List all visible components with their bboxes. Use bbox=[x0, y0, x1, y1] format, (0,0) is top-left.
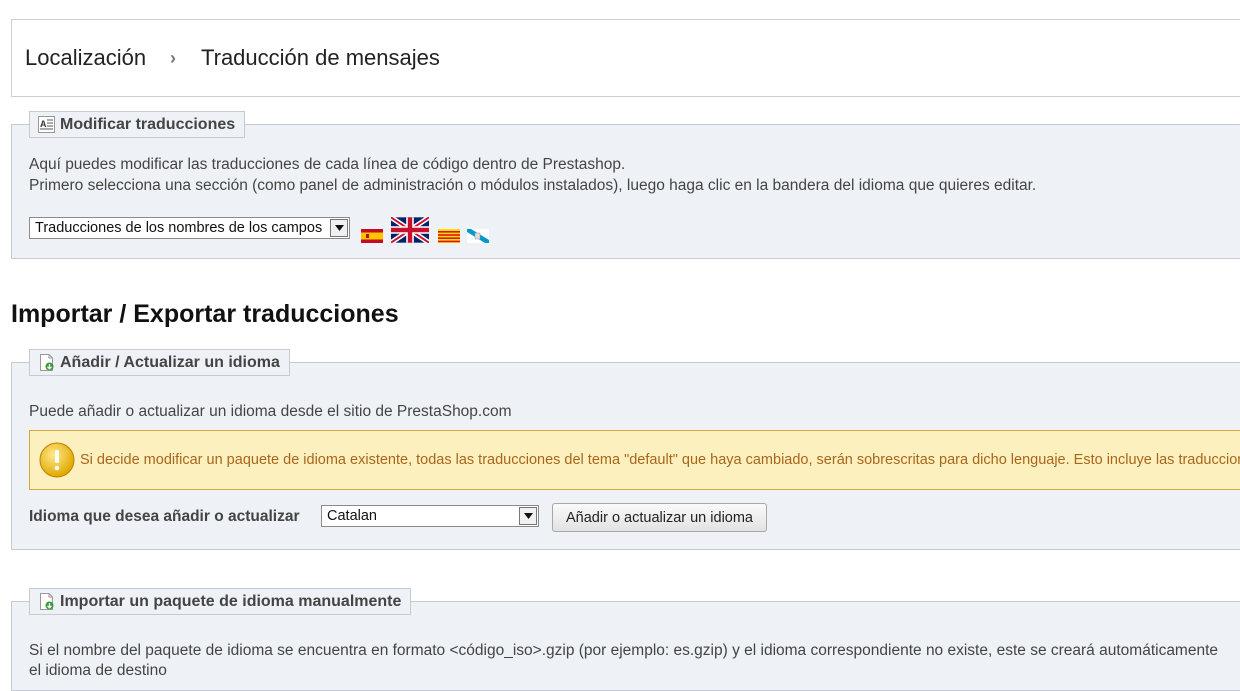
warning-box: Si decide modificar un paquete de idioma… bbox=[29, 430, 1240, 490]
legend-label: Añadir / Actualizar un idioma bbox=[60, 353, 280, 371]
language-select[interactable]: Catalan bbox=[321, 505, 539, 527]
add-language-panel: Añadir / Actualizar un idioma Puede añad… bbox=[11, 349, 1240, 550]
warning-icon bbox=[39, 442, 75, 483]
import-description-line2: el idioma de destino bbox=[29, 662, 167, 679]
chevron-down-icon[interactable] bbox=[330, 219, 348, 237]
legend-label: Importar un paquete de idioma manualment… bbox=[60, 592, 402, 610]
add-update-language-button[interactable]: Añadir o actualizar un idioma bbox=[552, 503, 767, 532]
flag-gb-icon[interactable] bbox=[389, 215, 431, 248]
modify-description-line1: Aquí puedes modificar las traducciones d… bbox=[29, 156, 626, 173]
warning-text: Si decide modificar un paquete de idioma… bbox=[80, 452, 1240, 468]
add-language-legend: Añadir / Actualizar un idioma bbox=[29, 349, 290, 376]
flag-gl-icon[interactable] bbox=[467, 229, 489, 248]
breadcrumb-parent[interactable]: Localización bbox=[25, 45, 146, 71]
flag-ca-icon[interactable] bbox=[438, 229, 460, 248]
import-export-title: Importar / Exportar traducciones bbox=[11, 300, 399, 328]
modify-translations-legend: A Modificar traducciones bbox=[29, 111, 246, 138]
modify-description-line2: Primero selecciona una sección (como pan… bbox=[29, 177, 1037, 194]
language-select-value: Catalan bbox=[327, 508, 377, 524]
page-title: Traducción de mensajes bbox=[201, 45, 440, 70]
text-edit-icon: A bbox=[38, 116, 55, 133]
chevron-right-icon: › bbox=[170, 48, 176, 68]
add-language-description: Puede añadir o actualizar un idioma desd… bbox=[29, 403, 512, 420]
translation-type-value: Traducciones de los nombres de los campo… bbox=[35, 220, 323, 236]
breadcrumb: Localización › Traducción de mensajes bbox=[11, 19, 1240, 97]
svg-text:A: A bbox=[40, 119, 47, 129]
import-description-line1: Si el nombre del paquete de idioma se en… bbox=[29, 642, 1219, 659]
page-download-icon bbox=[38, 354, 55, 371]
language-field-label: Idioma que desea añadir o actualizar bbox=[29, 508, 300, 525]
legend-label: Modificar traducciones bbox=[60, 115, 236, 133]
chevron-down-icon[interactable] bbox=[519, 507, 537, 525]
flag-es-icon[interactable] bbox=[361, 229, 383, 248]
modify-translations-panel: A Modificar traducciones Aquí puedes mod… bbox=[11, 111, 1240, 259]
translation-type-select[interactable]: Traducciones de los nombres de los campo… bbox=[29, 217, 350, 239]
page-download-icon bbox=[38, 593, 55, 610]
import-language-legend: Importar un paquete de idioma manualment… bbox=[29, 588, 412, 615]
